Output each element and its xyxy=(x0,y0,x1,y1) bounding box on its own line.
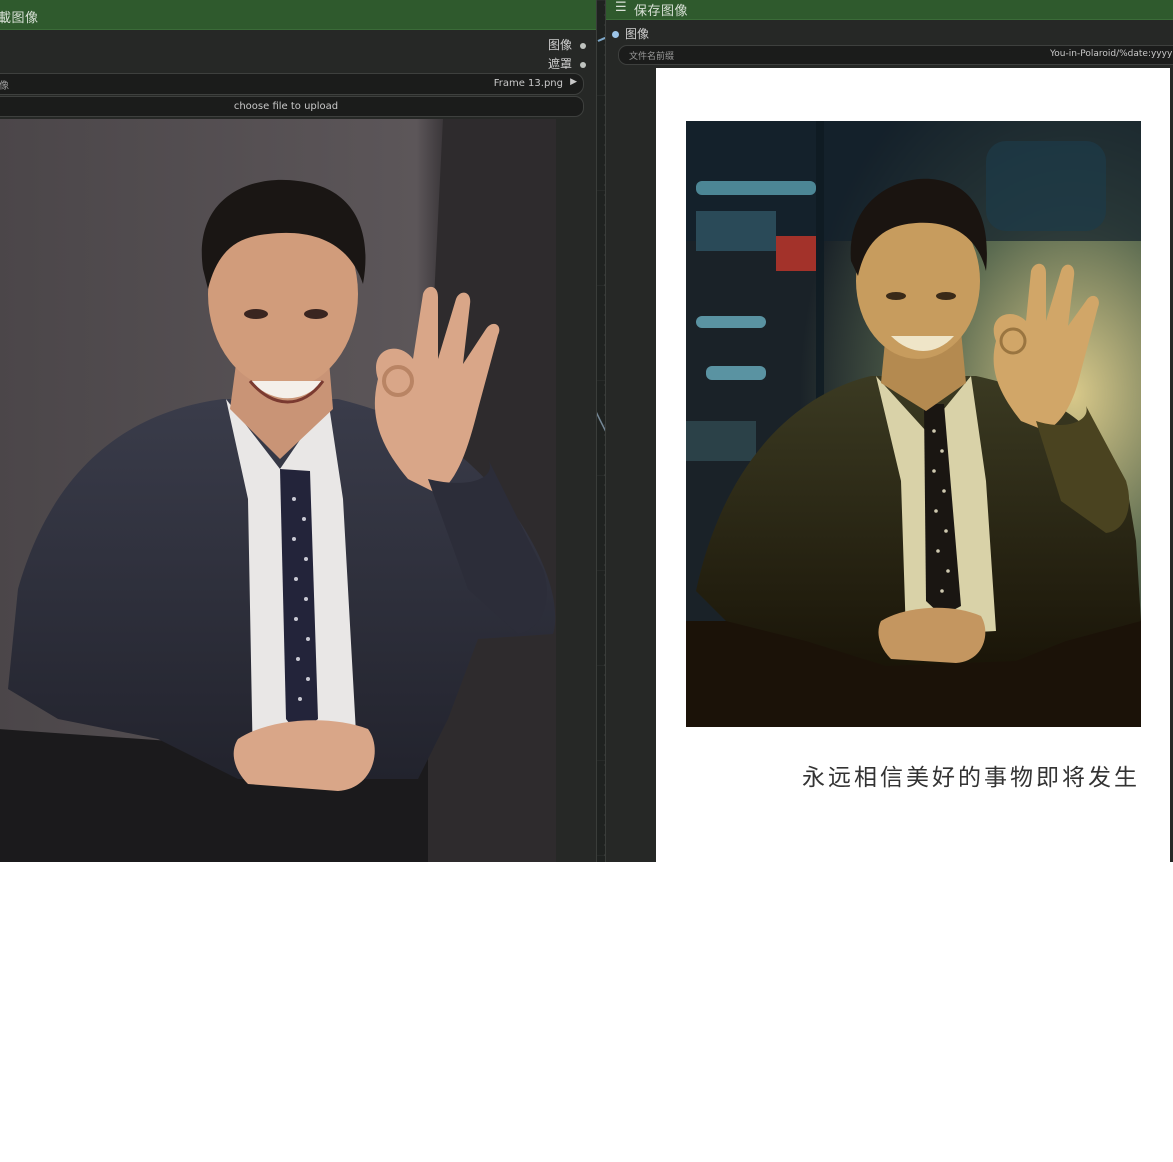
input-image-preview xyxy=(0,119,556,862)
output-mask-label: 遮罩 xyxy=(547,57,572,71)
node-menu-icon[interactable]: ☰ xyxy=(615,0,627,15)
image-file-value: Frame 13.png xyxy=(493,78,563,89)
output-image-dot[interactable] xyxy=(580,42,586,49)
choose-file-button[interactable]: choose file to upload xyxy=(0,96,584,117)
filename-prefix-field[interactable]: 文件名前缀 You-in-Polaroid/%date:yyyy xyxy=(618,45,1173,65)
combo-arrow-icon[interactable]: ▶ xyxy=(570,77,577,87)
load-node-titlebar[interactable]: 載图像 xyxy=(0,0,596,30)
output-image-label: 图像 xyxy=(547,38,572,52)
filename-prefix-label: 文件名前缀 xyxy=(629,52,675,62)
node-graph-canvas[interactable]: 載图像 图像 遮罩 像 Frame 13.png ▶ choose file t… xyxy=(0,0,1173,862)
empty-area xyxy=(0,862,1173,1162)
output-mask-slot[interactable]: 遮罩 xyxy=(548,55,586,72)
input-portrait-illustration xyxy=(0,119,556,862)
output-image-slot[interactable]: 图像 xyxy=(548,36,586,53)
load-node-title: 載图像 xyxy=(0,11,39,26)
polaroid-caption: 永远相信美好的事物即将发生 xyxy=(802,765,1140,791)
save-node-titlebar[interactable]: ☰ 保存图像 xyxy=(606,0,1173,20)
polaroid-output-preview: 永远相信美好的事物即将发生 xyxy=(656,68,1170,862)
filename-prefix-value: You-in-Polaroid/%date:yyyy xyxy=(1050,49,1173,59)
input-image-slot[interactable]: 图像 xyxy=(612,25,649,42)
input-image-label: 图像 xyxy=(625,27,650,41)
output-mask-dot[interactable] xyxy=(580,61,586,68)
output-image-preview xyxy=(686,121,1141,727)
save-node-title: 保存图像 xyxy=(634,4,689,19)
load-image-node[interactable]: 載图像 图像 遮罩 像 Frame 13.png ▶ choose file t… xyxy=(0,0,597,862)
image-file-combo[interactable]: 像 Frame 13.png ▶ xyxy=(0,73,584,95)
output-portrait-illustration xyxy=(686,121,1141,727)
image-file-label: 像 xyxy=(0,81,9,92)
input-image-dot[interactable] xyxy=(612,31,619,38)
